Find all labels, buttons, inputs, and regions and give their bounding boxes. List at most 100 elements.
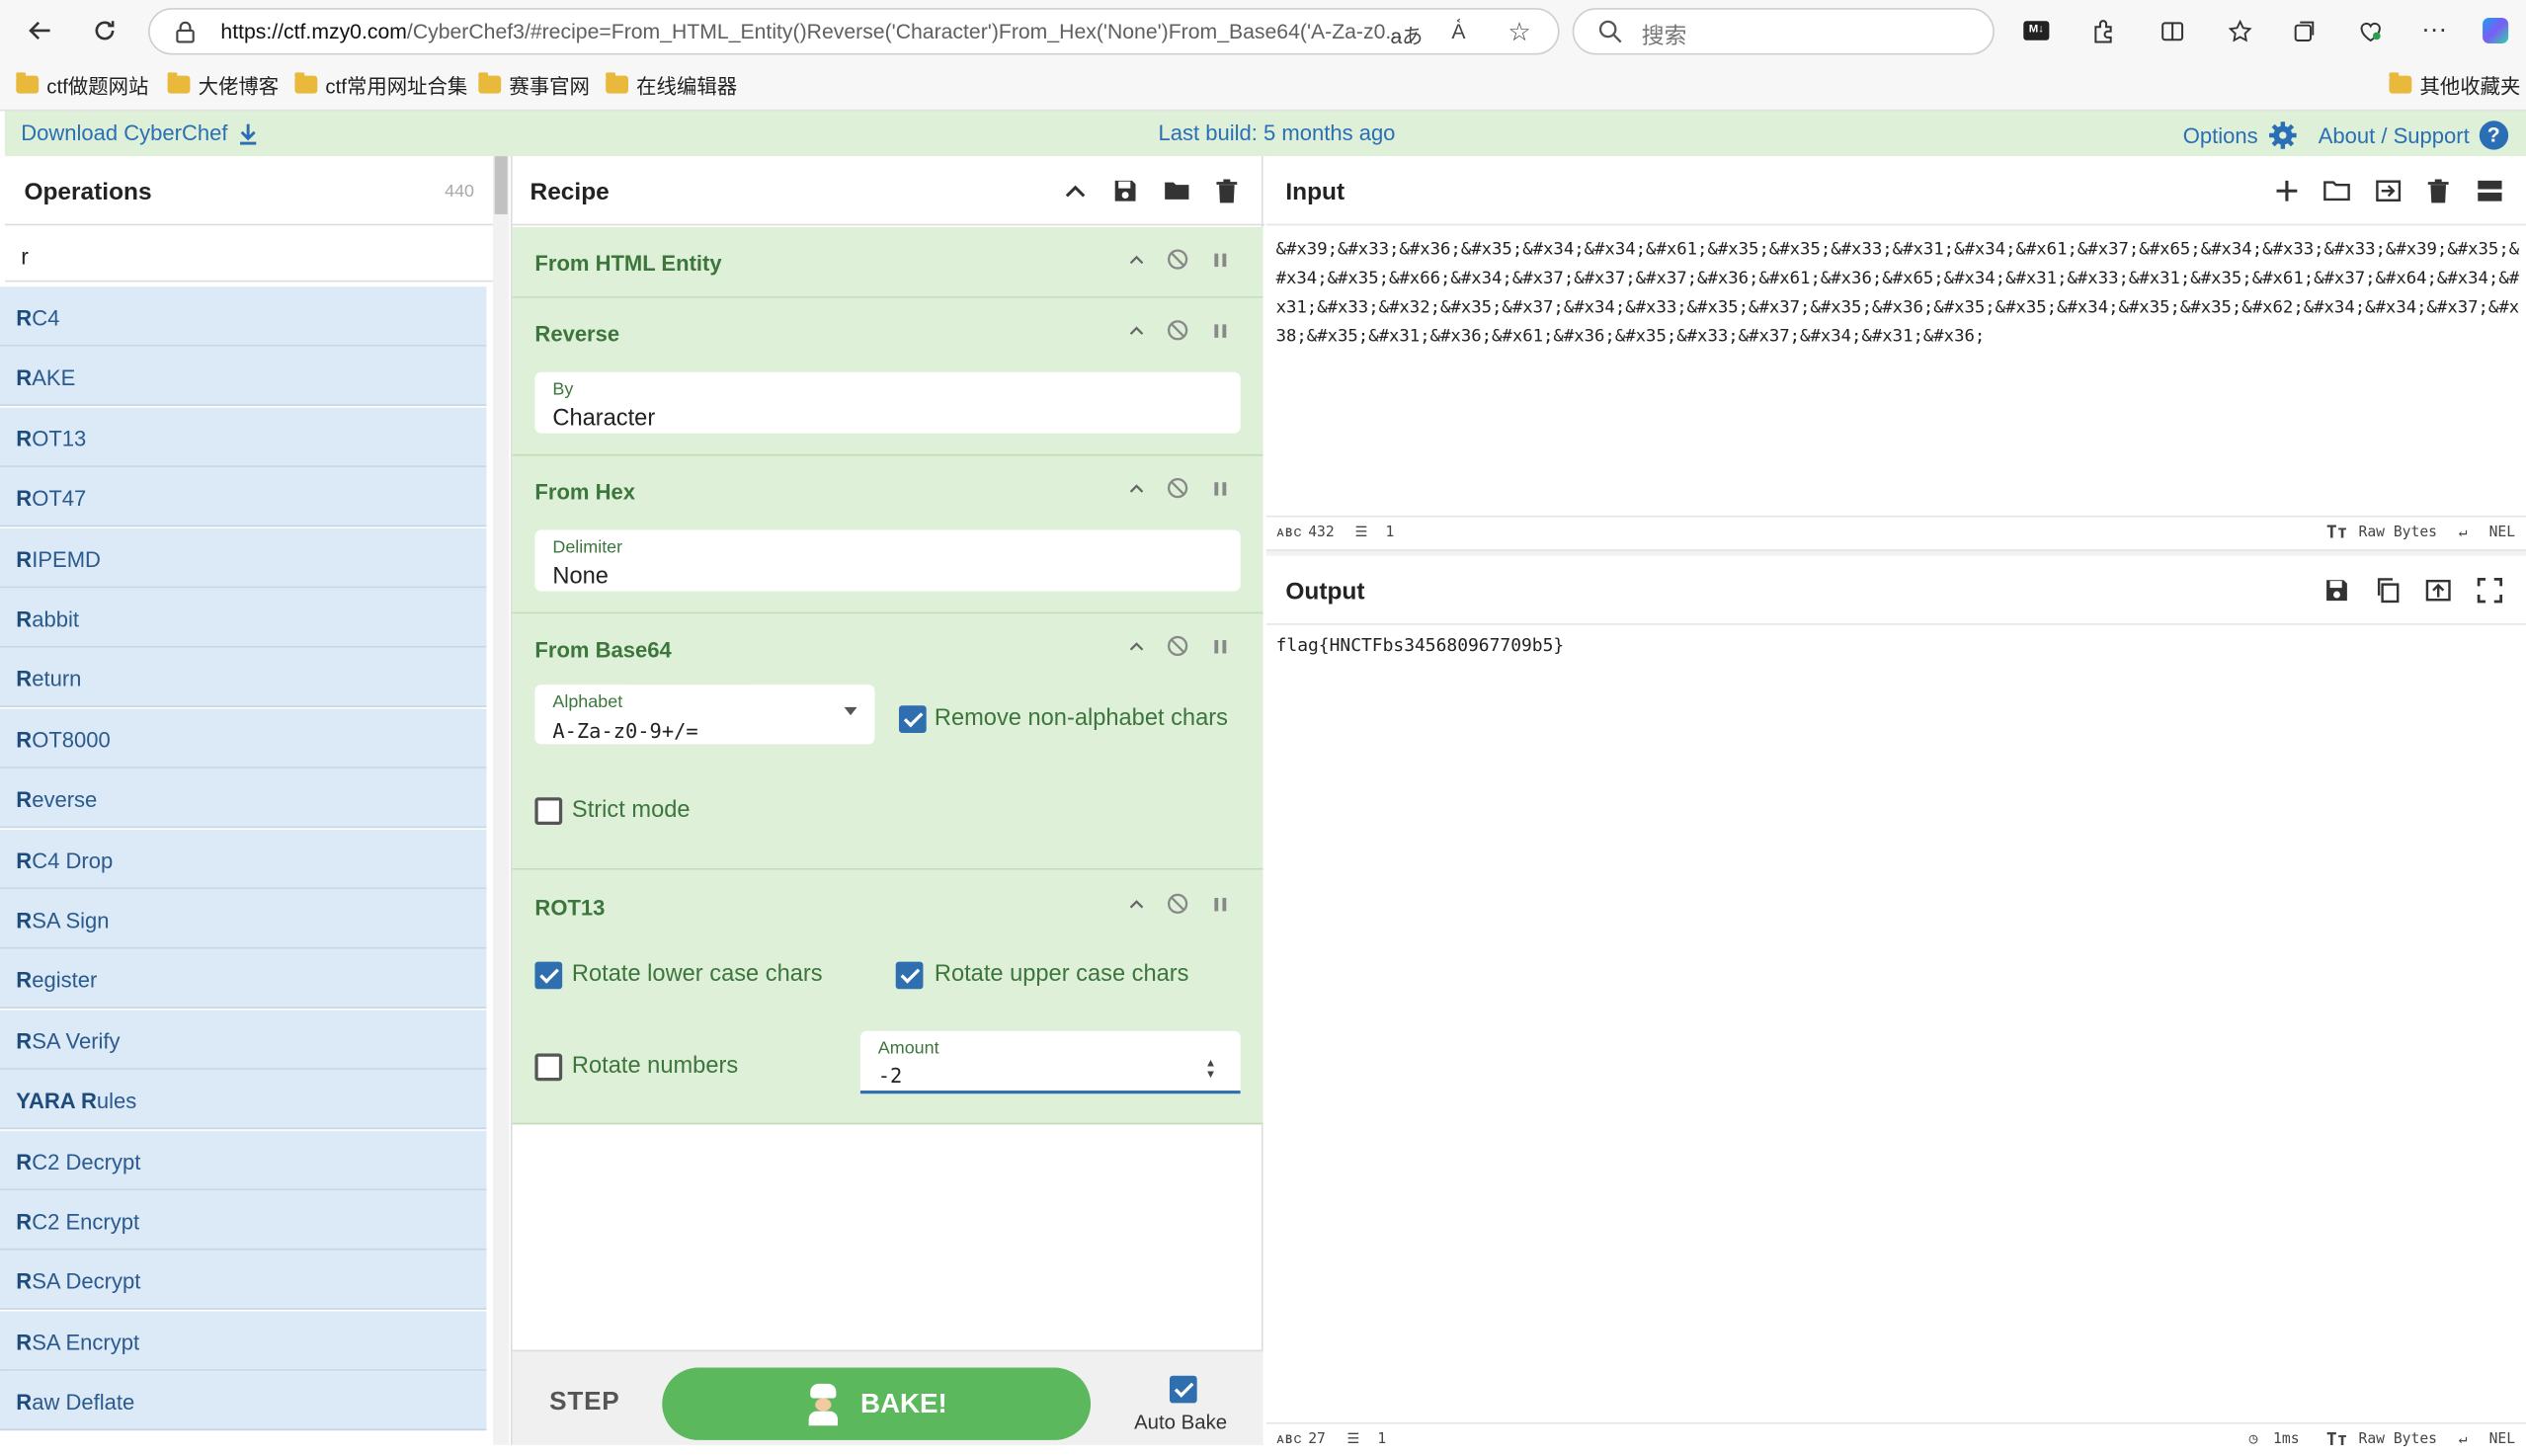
operation-item[interactable]: ROT13 <box>0 407 487 467</box>
step-button[interactable]: STEP <box>549 1389 619 1417</box>
ingredient-from-html-entity[interactable]: From HTML Entity <box>512 226 1263 298</box>
clear-recipe-icon[interactable] <box>1210 174 1243 206</box>
split-screen-icon[interactable] <box>2156 15 2188 47</box>
browser-essentials-icon[interactable] <box>2354 15 2387 47</box>
address-bar[interactable]: https://ctf.mzy0.com/CyberChef3/#recipe=… <box>148 8 1560 55</box>
operation-item[interactable]: RC4 <box>0 286 487 347</box>
bookmark-ctf-sites[interactable]: ctf做题网站 <box>16 67 148 100</box>
chevron-up-icon[interactable] <box>1123 247 1149 273</box>
operation-item[interactable]: YARA Rules <box>0 1070 487 1130</box>
maximize-icon[interactable] <box>2473 574 2505 607</box>
ingredient-reverse[interactable]: Reverse By Character <box>512 297 1263 456</box>
bake-button[interactable]: BAKE! <box>662 1367 1092 1440</box>
pause-icon[interactable] <box>1206 633 1232 659</box>
delimiter-select[interactable]: Delimiter None <box>534 529 1241 592</box>
search-bar[interactable]: 搜索 <box>1572 8 1995 55</box>
ingredient-from-base64[interactable]: From Base64 Alphabet A-Za-z0-9+/= Remove… <box>512 613 1263 870</box>
disable-icon[interactable] <box>1165 247 1190 273</box>
rotate-lower-checkbox[interactable] <box>534 961 563 990</box>
input-textarea[interactable]: &#x39;&#x33;&#x36;&#x35;&#x34;&#x34;&#x6… <box>1276 235 2520 351</box>
about-support-link[interactable]: About / Support ? <box>2319 121 2508 150</box>
by-select[interactable]: By Character <box>534 371 1241 434</box>
stepper-arrows-icon[interactable]: ▲ ▼ <box>1205 1058 1216 1081</box>
strict-mode-checkbox[interactable] <box>534 797 563 825</box>
favorites-icon[interactable] <box>2224 15 2256 47</box>
output-eol[interactable]: NEL <box>2489 1432 2516 1448</box>
output-textarea[interactable]: flag{HNCTFbs345680967709b5} <box>1276 635 1565 656</box>
rotate-upper-checkbox[interactable] <box>895 961 924 990</box>
output-encoding[interactable]: Raw Bytes <box>2358 1432 2437 1448</box>
download-cyberchef-link[interactable]: Download CyberChef <box>21 121 260 145</box>
auto-bake-checkbox[interactable] <box>1169 1375 1197 1404</box>
refresh-button[interactable] <box>84 10 125 51</box>
save-output-icon[interactable] <box>2320 574 2352 607</box>
disable-icon[interactable] <box>1165 475 1190 501</box>
bookmark-editors[interactable]: 在线编辑器 <box>606 67 737 100</box>
replace-input-icon[interactable] <box>2421 574 2454 607</box>
pause-icon[interactable] <box>1206 317 1232 343</box>
open-file-icon[interactable] <box>2372 174 2404 206</box>
operation-item[interactable]: RSA Sign <box>0 889 487 949</box>
add-tab-icon[interactable] <box>2270 174 2303 206</box>
bookmark-ctf-urls[interactable]: ctf常用网址合集 <box>294 67 467 100</box>
operation-item[interactable]: RSA Encrypt <box>0 1311 487 1371</box>
operation-item[interactable]: Rabbit <box>0 588 487 648</box>
operation-item[interactable]: ROT47 <box>0 467 487 527</box>
back-button[interactable] <box>20 10 61 51</box>
layout-icon[interactable] <box>2473 174 2505 206</box>
more-icon[interactable]: ··· <box>2418 15 2451 47</box>
operation-item[interactable]: Register <box>0 949 487 1010</box>
input-eol[interactable]: NEL <box>2489 526 2516 541</box>
remove-non-alphabet-checkbox[interactable] <box>898 705 927 734</box>
operation-item[interactable]: Raw Deflate <box>0 1371 487 1431</box>
disable-icon[interactable] <box>1165 633 1190 659</box>
copilot-icon[interactable] <box>2480 15 2512 47</box>
save-recipe-icon[interactable] <box>1108 174 1141 206</box>
operation-item[interactable]: ROT8000 <box>0 708 487 768</box>
m-extension-icon[interactable]: M↓ <box>2020 15 2053 47</box>
disable-icon[interactable] <box>1165 317 1190 343</box>
copy-output-icon[interactable] <box>2372 574 2404 607</box>
operations-search-input[interactable]: r <box>4 225 494 283</box>
translate-icon[interactable]: aあ <box>1390 20 1423 50</box>
options-link[interactable]: Options <box>2183 121 2297 149</box>
ingredient-rot13[interactable]: ROT13 Rotate lower case chars Rotate upp… <box>512 869 1263 1125</box>
bookmark-blogs[interactable]: 大佬博客 <box>167 67 279 100</box>
clear-input-icon[interactable] <box>2421 174 2454 206</box>
operations-scrollbar[interactable] <box>493 156 510 1445</box>
pause-icon[interactable] <box>1206 891 1232 917</box>
ingredient-from-hex[interactable]: From Hex Delimiter None <box>512 455 1263 614</box>
alphabet-select[interactable]: Alphabet A-Za-z0-9+/= <box>534 685 875 745</box>
input-encoding[interactable]: Raw Bytes <box>2358 526 2437 541</box>
collapse-all-icon[interactable] <box>1058 174 1091 206</box>
read-aloud-icon[interactable]: A᷾ <box>1451 20 1465 43</box>
operation-item[interactable]: RC2 Decrypt <box>0 1130 487 1190</box>
operation-item[interactable]: Return <box>0 648 487 708</box>
extensions-icon[interactable] <box>2086 15 2119 47</box>
bookmark-events[interactable]: 赛事官网 <box>478 67 590 100</box>
rotate-numbers-checkbox[interactable] <box>534 1053 563 1082</box>
chevron-up-icon[interactable] <box>1123 633 1149 659</box>
disable-icon[interactable] <box>1165 891 1190 917</box>
operation-item[interactable]: RIPEMD <box>0 527 487 588</box>
operations-scroll-thumb[interactable] <box>494 156 508 214</box>
favorite-star-icon[interactable]: ☆ <box>1507 16 1530 48</box>
url-text[interactable]: https://ctf.mzy0.com/CyberChef3/#recipe=… <box>220 20 1413 43</box>
chevron-up-icon[interactable] <box>1123 317 1149 343</box>
open-folder-icon[interactable] <box>2320 174 2352 206</box>
operation-item[interactable]: RAKE <box>0 347 487 407</box>
operation-item[interactable]: RC4 Drop <box>0 829 487 889</box>
pause-icon[interactable] <box>1206 247 1232 273</box>
bookmark-other[interactable]: 其他收藏夹 <box>2389 67 2520 100</box>
chevron-up-icon[interactable] <box>1123 475 1149 501</box>
operation-item[interactable]: RC2 Encrypt <box>0 1190 487 1251</box>
collections-icon[interactable] <box>2288 15 2321 47</box>
operation-item[interactable]: RSA Decrypt <box>0 1251 487 1311</box>
lock-icon[interactable] <box>176 21 196 43</box>
operation-item[interactable]: Reverse <box>0 768 487 829</box>
load-recipe-icon[interactable] <box>1160 174 1192 206</box>
chevron-up-icon[interactable] <box>1123 891 1149 917</box>
operation-item[interactable]: RSA Verify <box>0 1010 487 1070</box>
amount-input[interactable]: Amount -2 ▲ ▼ <box>859 1030 1241 1094</box>
pause-icon[interactable] <box>1206 475 1232 501</box>
